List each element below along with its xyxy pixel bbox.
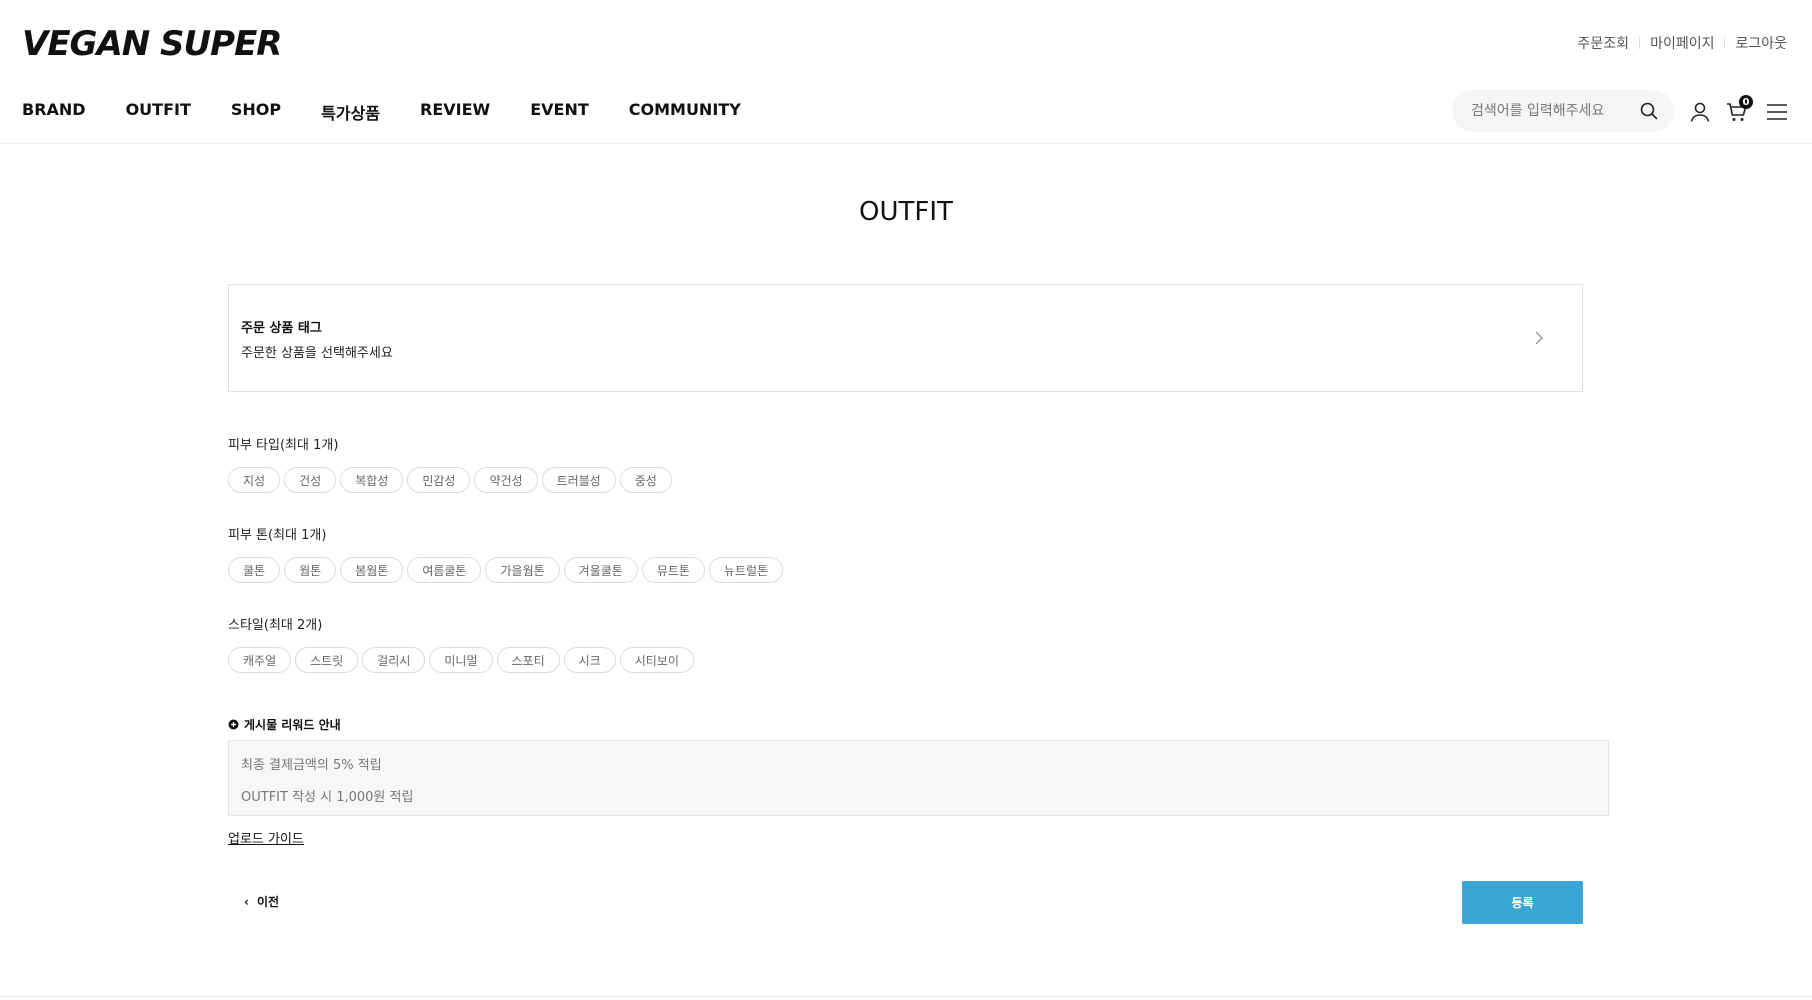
upload-guide-link[interactable]: 업로드 가이드 [228, 828, 304, 847]
chip-skin-type-normal[interactable]: 중성 [619, 467, 672, 493]
style-options: 캐주얼 스트릿 걸리시 미니멀 스포티 시크 시티보이 [228, 647, 694, 673]
chip-skin-type-slightly-dry[interactable]: 약건성 [474, 467, 538, 493]
chip-skin-type-sensitive[interactable]: 민감성 [407, 467, 471, 493]
nav-event[interactable]: EVENT [530, 100, 589, 124]
chip-style-street[interactable]: 스트릿 [295, 647, 359, 673]
chip-skin-tone-summer-cool[interactable]: 여름쿨톤 [407, 557, 482, 583]
nav-shop[interactable]: SHOP [231, 100, 281, 124]
chip-skin-type-dry[interactable]: 건성 [284, 467, 337, 493]
footer-divider [0, 996, 1812, 997]
skin-tone-options: 쿨톤 웜톤 봄웜톤 여름쿨톤 가을웜톤 겨울쿨톤 뮤트톤 뉴트럴톤 [228, 557, 784, 583]
reward-info-heading: 게시물 리워드 안내 [228, 716, 341, 733]
mypage-link[interactable]: 마이페이지 [1650, 33, 1714, 53]
chip-skin-tone-autumn-warm[interactable]: 가을웜톤 [485, 557, 560, 583]
chip-skin-type-oily[interactable]: 지성 [228, 467, 281, 493]
submit-button[interactable]: 등록 [1462, 881, 1583, 924]
order-tag-title: 주문 상품 태그 [241, 321, 322, 336]
cart-icon[interactable]: 0 [1724, 95, 1753, 125]
chevron-right-icon [1532, 328, 1546, 348]
chevron-left-icon: ‹ [244, 894, 249, 909]
reward-line: 최종 결제금액의 5% 적립 [241, 758, 382, 773]
reward-info-title: 게시물 리워드 안내 [244, 718, 341, 732]
chip-skin-tone-cool[interactable]: 쿨톤 [228, 557, 281, 583]
utility-links: 주문조회 마이페이지 로그아웃 [1578, 33, 1787, 53]
nav-community[interactable]: COMMUNITY [629, 100, 741, 124]
chip-skin-tone-mute[interactable]: 뮤트톤 [641, 557, 705, 583]
chip-style-girlish[interactable]: 걸리시 [362, 647, 426, 673]
chip-style-chic[interactable]: 시크 [563, 647, 616, 673]
skin-type-options: 지성 건성 복합성 민감성 약건성 트러블성 중성 [228, 467, 672, 493]
chip-style-casual[interactable]: 캐주얼 [228, 647, 292, 673]
chip-skin-tone-warm[interactable]: 웜톤 [284, 557, 337, 583]
search-input[interactable] [1469, 102, 1638, 120]
reward-info-box: 최종 결제금액의 5% 적립 OUTFIT 작성 시 1,000원 적립 [228, 740, 1609, 816]
reward-line: OUTFIT 작성 시 1,000원 적립 [241, 790, 414, 805]
chip-skin-tone-winter-cool[interactable]: 겨울쿨톤 [563, 557, 638, 583]
page-title: OUTFIT [859, 197, 953, 227]
chip-skin-tone-neutral[interactable]: 뉴트럴톤 [708, 557, 784, 583]
plus-circle-icon [228, 719, 239, 730]
menu-icon[interactable] [1764, 99, 1790, 125]
nav-brand[interactable]: BRAND [22, 100, 86, 124]
divider [1639, 37, 1641, 49]
chip-skin-type-trouble[interactable]: 트러블성 [541, 467, 616, 493]
skin-type-label: 피부 타입(최대 1개) [228, 438, 339, 453]
chip-style-cityboy[interactable]: 시티보이 [619, 647, 694, 673]
nav-special-deals[interactable]: 특가상품 [321, 100, 380, 124]
logout-link[interactable]: 로그아웃 [1735, 33, 1787, 53]
order-tag-subtitle: 주문한 상품을 선택해주세요 [241, 346, 393, 361]
chip-skin-tone-spring-warm[interactable]: 봄웜톤 [340, 557, 404, 583]
prev-button[interactable]: ‹ 이전 [244, 893, 279, 910]
main-nav: BRAND OUTFIT SHOP 특가상품 REVIEW EVENT COMM… [22, 100, 781, 124]
search-icon[interactable] [1638, 100, 1660, 122]
style-label: 스타일(최대 2개) [228, 618, 323, 633]
chip-style-minimal[interactable]: 미니멀 [429, 647, 493, 673]
user-icon[interactable] [1687, 99, 1713, 125]
header-divider [0, 143, 1812, 144]
nav-outfit[interactable]: OUTFIT [126, 100, 191, 124]
chip-skin-type-combination[interactable]: 복합성 [340, 467, 404, 493]
order-lookup-link[interactable]: 주문조회 [1578, 33, 1630, 53]
cart-count-badge: 0 [1739, 95, 1753, 109]
prev-button-label: 이전 [256, 895, 280, 909]
search-box [1452, 90, 1674, 132]
skin-tone-label: 피부 톤(최대 1개) [228, 528, 327, 543]
divider [1724, 37, 1726, 49]
order-product-tag-selector[interactable]: 주문 상품 태그 주문한 상품을 선택해주세요 [228, 284, 1583, 392]
nav-review[interactable]: REVIEW [420, 100, 490, 124]
chip-style-sporty[interactable]: 스포티 [496, 647, 560, 673]
logo[interactable]: VEGAN SUPER [22, 22, 282, 66]
